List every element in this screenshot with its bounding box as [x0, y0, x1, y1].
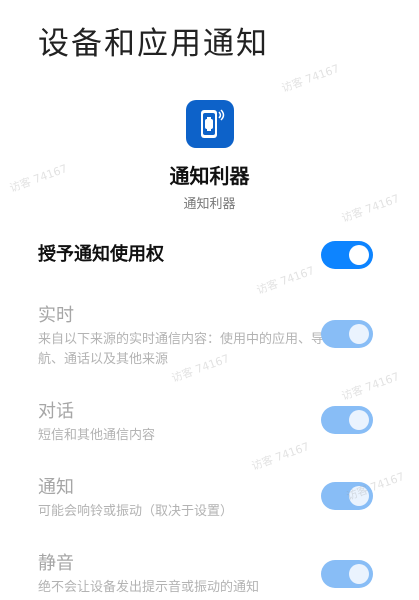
toggle-knob [349, 486, 369, 506]
setting-row-conversation[interactable]: 对话 短信和其他通信内容 [38, 400, 373, 444]
notification-toggle[interactable] [321, 482, 373, 510]
setting-row-notification[interactable]: 通知 可能会响铃或振动（取决于设置） [38, 476, 373, 520]
grant-access-toggle[interactable] [321, 241, 373, 269]
toggle-knob [349, 324, 369, 344]
grant-access-row[interactable]: 授予通知使用权 [38, 240, 373, 270]
page-title: 设备和应用通知 [38, 26, 269, 62]
setting-desc-silent: 绝不会让设备发出提示音或振动的通知 [38, 580, 260, 595]
setting-row-realtime[interactable]: 实时 来自以下来源的实时通信内容：使用中的应用、导航、通话以及其他来源 [38, 304, 373, 367]
setting-row-silent[interactable]: 静音 绝不会让设备发出提示音或振动的通知 [38, 552, 373, 596]
toggle-knob [349, 564, 369, 584]
watermark: 访客 74167 [339, 370, 402, 403]
conversation-toggle[interactable] [321, 406, 373, 434]
toggle-knob [349, 410, 369, 430]
toggle-knob [349, 245, 369, 265]
app-header: 通知利器 通知利器 [0, 100, 419, 212]
setting-desc-conversation: 短信和其他通信内容 [38, 428, 156, 443]
setting-title-realtime: 实时 [38, 305, 74, 326]
setting-desc-notification: 可能会响铃或振动（取决于设置） [38, 504, 234, 519]
app-subtitle: 通知利器 [183, 197, 236, 212]
smartwatch-notification-icon [185, 100, 234, 148]
setting-desc-realtime: 来自以下来源的实时通信内容：使用中的应用、导航、通话以及其他来源 [38, 332, 325, 367]
realtime-toggle[interactable] [321, 320, 373, 348]
app-name: 通知利器 [169, 164, 250, 188]
watermark: 访客 74167 [279, 62, 342, 95]
silent-toggle[interactable] [321, 560, 373, 588]
